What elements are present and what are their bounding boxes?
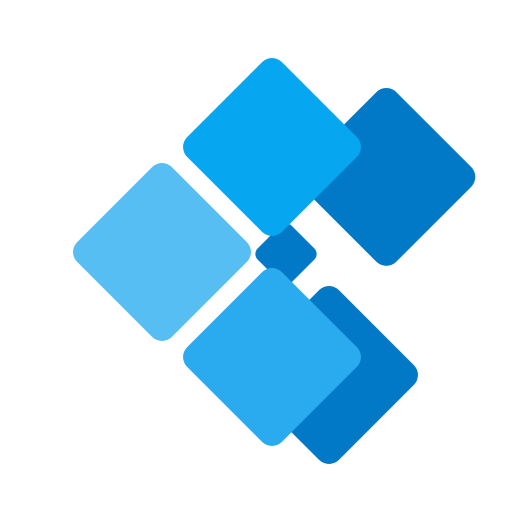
power-automate-logo-icon <box>0 0 512 512</box>
app-icon-container <box>0 0 512 512</box>
